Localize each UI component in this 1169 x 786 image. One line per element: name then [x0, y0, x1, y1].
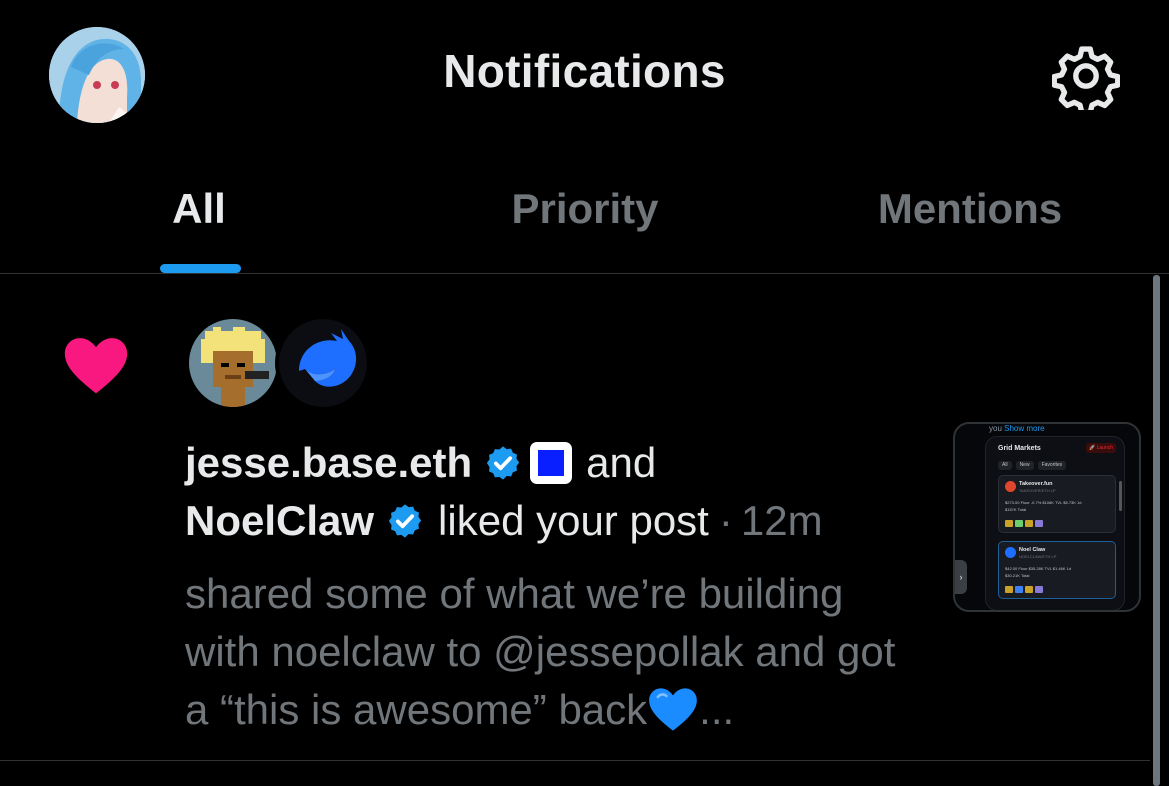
blue-heart-emoji-icon [647, 686, 699, 732]
active-tab-indicator [160, 264, 241, 273]
post-snippet-text: shared some of what we’re building with … [185, 570, 896, 733]
scrollbar[interactable] [1153, 275, 1160, 786]
card-logo-icon [1005, 481, 1016, 492]
thumbnail-chip: All [998, 461, 1012, 470]
card-token-row [1005, 520, 1043, 527]
notification-headline-2: NoelClaw liked your post · 12m [185, 497, 823, 545]
tab-mentions[interactable]: Mentions [878, 185, 1062, 233]
post-snippet[interactable]: shared some of what we’re building with … [185, 565, 925, 739]
notification-item[interactable]: jesse.base.eth and NoelClaw liked your p… [0, 275, 1150, 761]
thumbnail-top-text: you Show more [989, 424, 1045, 433]
separator-dot: · [718, 497, 733, 544]
notification-action: liked your post [438, 497, 709, 544]
user-name-jesse[interactable]: jesse.base.eth [185, 439, 472, 487]
tab-all[interactable]: All [172, 185, 226, 233]
thumbnail-chip: Favorites [1037, 461, 1067, 470]
thumbnail-launch-button: 🚀 Launch [1086, 443, 1116, 453]
avatar-noelclaw[interactable] [275, 315, 371, 411]
post-thumbnail[interactable]: you Show more Grid Markets 🚀 Launch All … [953, 422, 1141, 612]
thumbnail-scrollbar [1119, 481, 1122, 511]
thumbnail-filter-chips: All New Favorites [998, 461, 1067, 470]
tab-priority[interactable]: Priority [511, 185, 658, 233]
chevron-right-icon: › [955, 560, 967, 594]
card-logo-icon [1005, 547, 1016, 558]
heart-icon [62, 335, 130, 395]
thumbnail-screen: Grid Markets 🚀 Launch All New Favorites … [985, 436, 1125, 610]
verified-badge-icon [484, 444, 522, 482]
page-title: Notifications [443, 45, 726, 97]
thumbnail-card: Takeover.fun TAKEOVER/ETH LP $273.00 Flo… [998, 475, 1116, 533]
notification-headline-1: jesse.base.eth and [185, 439, 657, 487]
header: Notifications [0, 0, 1169, 150]
blue-square-emoji-icon [530, 442, 573, 484]
thumbnail-app-title: Grid Markets [998, 445, 1041, 452]
gear-icon[interactable] [1051, 42, 1121, 116]
thumbnail-card: Noel Claw NOELCLAW/ETH LP $42.00 Floor $… [998, 541, 1116, 599]
notification-time: 12m [740, 497, 823, 544]
verified-badge-icon [386, 502, 424, 540]
user-name-noelclaw[interactable]: NoelClaw [185, 497, 374, 545]
avatar-jesse[interactable] [185, 315, 281, 411]
snippet-ellipsis: ... [699, 686, 735, 733]
card-token-row [1005, 586, 1043, 593]
thumbnail-chip: New [1015, 461, 1034, 470]
tab-bar: All Priority Mentions [0, 150, 1169, 274]
